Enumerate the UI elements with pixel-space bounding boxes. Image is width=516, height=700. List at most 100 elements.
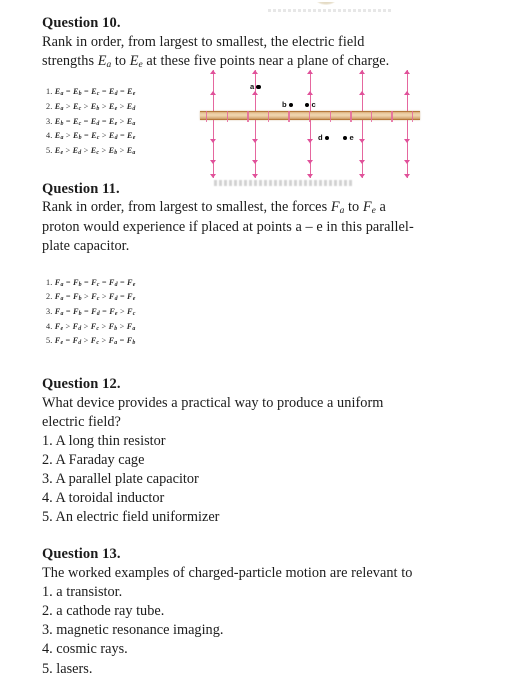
field-point-dot-icon <box>305 102 310 108</box>
operator: > <box>117 101 127 111</box>
question-13-choices: 1. a transistor. 2. a cathode ray tube. 3.… <box>42 583 478 679</box>
term-F-d: Fd <box>108 292 118 303</box>
question-10-stem: Rank in order, from largest to smallest,… <box>42 33 478 72</box>
field-arrow-up-icon <box>251 91 258 95</box>
operator: > <box>117 116 127 126</box>
question-11-options: 1. Fa = Fb = Fc = Fd = Fe 2. Fa = Fb > Fc… <box>46 276 478 349</box>
option-number: 2. <box>46 101 55 111</box>
term-E-c: Ec <box>90 145 100 157</box>
question-12-stem-line-1: What device provides a practical way to … <box>42 394 384 411</box>
option-number: 4. <box>46 131 55 141</box>
term-F-c: Fc <box>90 336 100 347</box>
term-E-e: Ee <box>127 87 136 98</box>
operator: > <box>63 321 73 331</box>
term-F-d: Fd <box>91 307 100 318</box>
operator: > <box>81 101 91 111</box>
question-13-stem: The worked examples of charged-particle … <box>42 564 478 583</box>
document-page: Question 10. Rank in order, from largest… <box>0 0 516 700</box>
plane-charge-tick <box>412 111 414 122</box>
field-point-d: d <box>318 134 330 142</box>
q12-choice-1[interactable]: 1. A long thin resistor <box>42 432 478 451</box>
q12-choice-5[interactable]: 5. An electric field uniformizer <box>42 508 478 527</box>
field-arrow-up-icon <box>358 70 365 74</box>
term-F-b: Fb <box>72 292 82 303</box>
term-F-b: Fb <box>72 307 82 318</box>
operator: = <box>117 336 127 346</box>
q11-option-4[interactable]: 4. Fe > Fd > Fc > Fb > Fa <box>46 320 478 335</box>
charged-plane <box>200 111 420 122</box>
question-11-heading: Question 11. <box>42 180 120 197</box>
q12-choice-4[interactable]: 4. A toroidal inductor <box>42 489 478 508</box>
q11-option-1[interactable]: 1. Fa = Fb = Fc = Fd = Fe <box>46 276 478 291</box>
term-E-b: Eb <box>90 101 100 112</box>
plane-charge-tick <box>350 111 352 122</box>
question-13-block: Question 13. The worked examples of char… <box>42 527 478 678</box>
term-F-a: Fa <box>54 292 64 303</box>
plane-charge-tick <box>329 111 331 122</box>
operator: > <box>117 307 128 317</box>
q12-choice-3[interactable]: 3. A parallel plate capacitor <box>42 470 478 489</box>
q13-choice-4[interactable]: 4. cosmic rays. <box>42 640 478 659</box>
operator: = <box>99 307 110 317</box>
question-11-stem-line-3: plate capacitor. <box>42 237 130 254</box>
field-point-dot-icon <box>288 102 294 108</box>
q11-option-2[interactable]: 2. Fa = Fb > Fc > Fd = Fe <box>46 290 478 305</box>
option-number: 3. <box>46 116 55 126</box>
operator: > <box>63 101 73 111</box>
q13-choice-2[interactable]: 2. a cathode ray tube. <box>42 602 478 621</box>
q10-stem-post: at these five points near a plane of cha… <box>142 52 390 69</box>
field-point-label: c <box>311 100 316 110</box>
question-12-heading: Question 12. <box>42 376 121 393</box>
operator: = <box>81 277 92 287</box>
operator: = <box>99 87 109 97</box>
term-E-d: Ed <box>126 101 136 112</box>
operator: > <box>117 321 127 331</box>
option-number: 5. <box>46 145 55 155</box>
term-E-b: Eb <box>54 116 64 127</box>
q12-choice-2[interactable]: 2. A Faraday cage <box>42 451 478 470</box>
option-number: 1. <box>46 277 55 287</box>
operator: = <box>63 336 73 346</box>
field-arrow-up-icon <box>403 91 410 95</box>
field-arrow-up-icon <box>209 91 216 95</box>
term-E-a: Ea <box>54 131 64 142</box>
term-E-c: Ec <box>91 87 100 98</box>
question-12-choices: 1. A long thin resistor 2. A Faraday cage… <box>42 432 478 528</box>
option-number: 2. <box>46 292 55 302</box>
q11-stem-post: a <box>375 199 386 216</box>
option-number: 5. <box>46 336 55 346</box>
operator: > <box>63 145 73 155</box>
q13-choice-1[interactable]: 1. a transistor. <box>42 583 478 602</box>
field-arrow-down-icon <box>358 139 365 143</box>
field-point-b: b <box>282 100 294 110</box>
term-E-b: Eb <box>72 131 82 142</box>
q11-option-5[interactable]: 5. Fe = Fd > Fc > Fa = Fb <box>46 334 478 349</box>
question-11-stem-line-2: proton would experience if placed at poi… <box>42 218 414 235</box>
option-number: 1. <box>46 87 55 97</box>
q13-choice-5[interactable]: 5. lasers. <box>42 660 478 679</box>
operator: = <box>81 116 91 126</box>
operator: = <box>63 116 73 126</box>
field-arrow-down-icon <box>251 139 258 143</box>
question-12-stem-line-2: electric field? <box>42 413 121 430</box>
field-arrow-up-icon <box>306 70 313 74</box>
operator: = <box>117 277 128 287</box>
operator: > <box>63 131 73 141</box>
question-10-block: Question 10. Rank in order, from largest… <box>42 0 478 186</box>
operator: = <box>99 116 109 126</box>
plane-charge-tick <box>206 111 208 122</box>
plane-charge-tick <box>226 111 228 122</box>
q11-option-3[interactable]: 3. Fa = Fb = Fd = Fe > Fc <box>46 305 478 320</box>
question-10-stem-line-1: Rank in order, from largest to smallest,… <box>42 33 365 50</box>
field-point-label: b <box>282 100 287 110</box>
field-point-dot-icon <box>343 135 348 141</box>
operator: = <box>81 307 92 317</box>
q13-choice-3[interactable]: 3. magnetic resonance imaging. <box>42 621 478 640</box>
term-E-d: Ed <box>108 87 118 98</box>
field-arrow-up-icon <box>306 91 313 95</box>
term-F-c: Fc <box>127 307 136 318</box>
plane-charge-tick <box>391 111 393 122</box>
field-arrow-up-icon <box>209 70 216 74</box>
term-E-a: Ea <box>54 101 64 112</box>
operator: = <box>117 87 128 97</box>
